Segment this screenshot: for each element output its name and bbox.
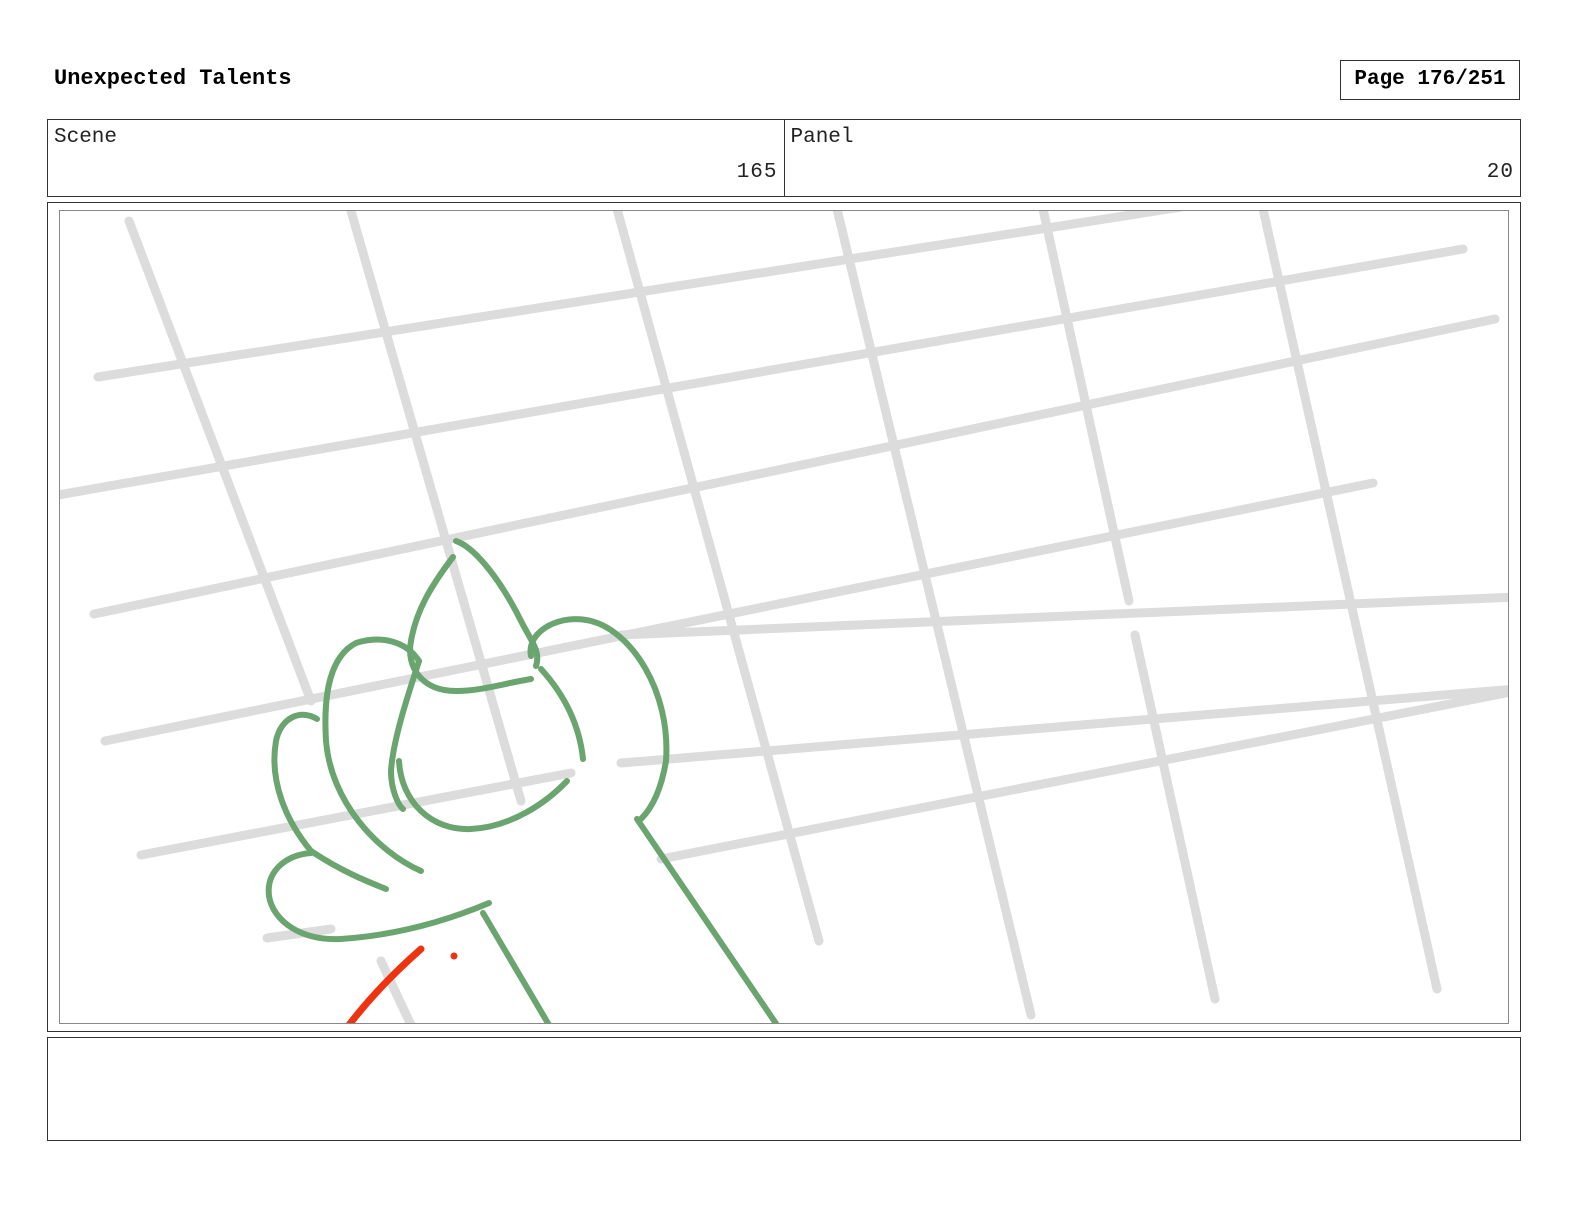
page-number-box: Page 176/251 [1340, 60, 1520, 100]
scene-cell: Scene 165 [48, 120, 784, 196]
scene-label: Scene [54, 126, 118, 149]
panel-label: Panel [790, 126, 854, 149]
storyboard-title: Unexpected Talents [54, 66, 292, 91]
panel-notes-box [47, 1037, 1521, 1141]
grid-lines [60, 211, 1508, 1023]
panel-artwork [59, 210, 1509, 1024]
scene-panel-info-row: Scene 165 Panel 20 [47, 119, 1521, 197]
scene-number: 165 [736, 161, 778, 184]
panel-number: 20 [1486, 161, 1514, 184]
sketch-drawing [60, 211, 1508, 1023]
panel-cell: Panel 20 [783, 120, 1521, 196]
